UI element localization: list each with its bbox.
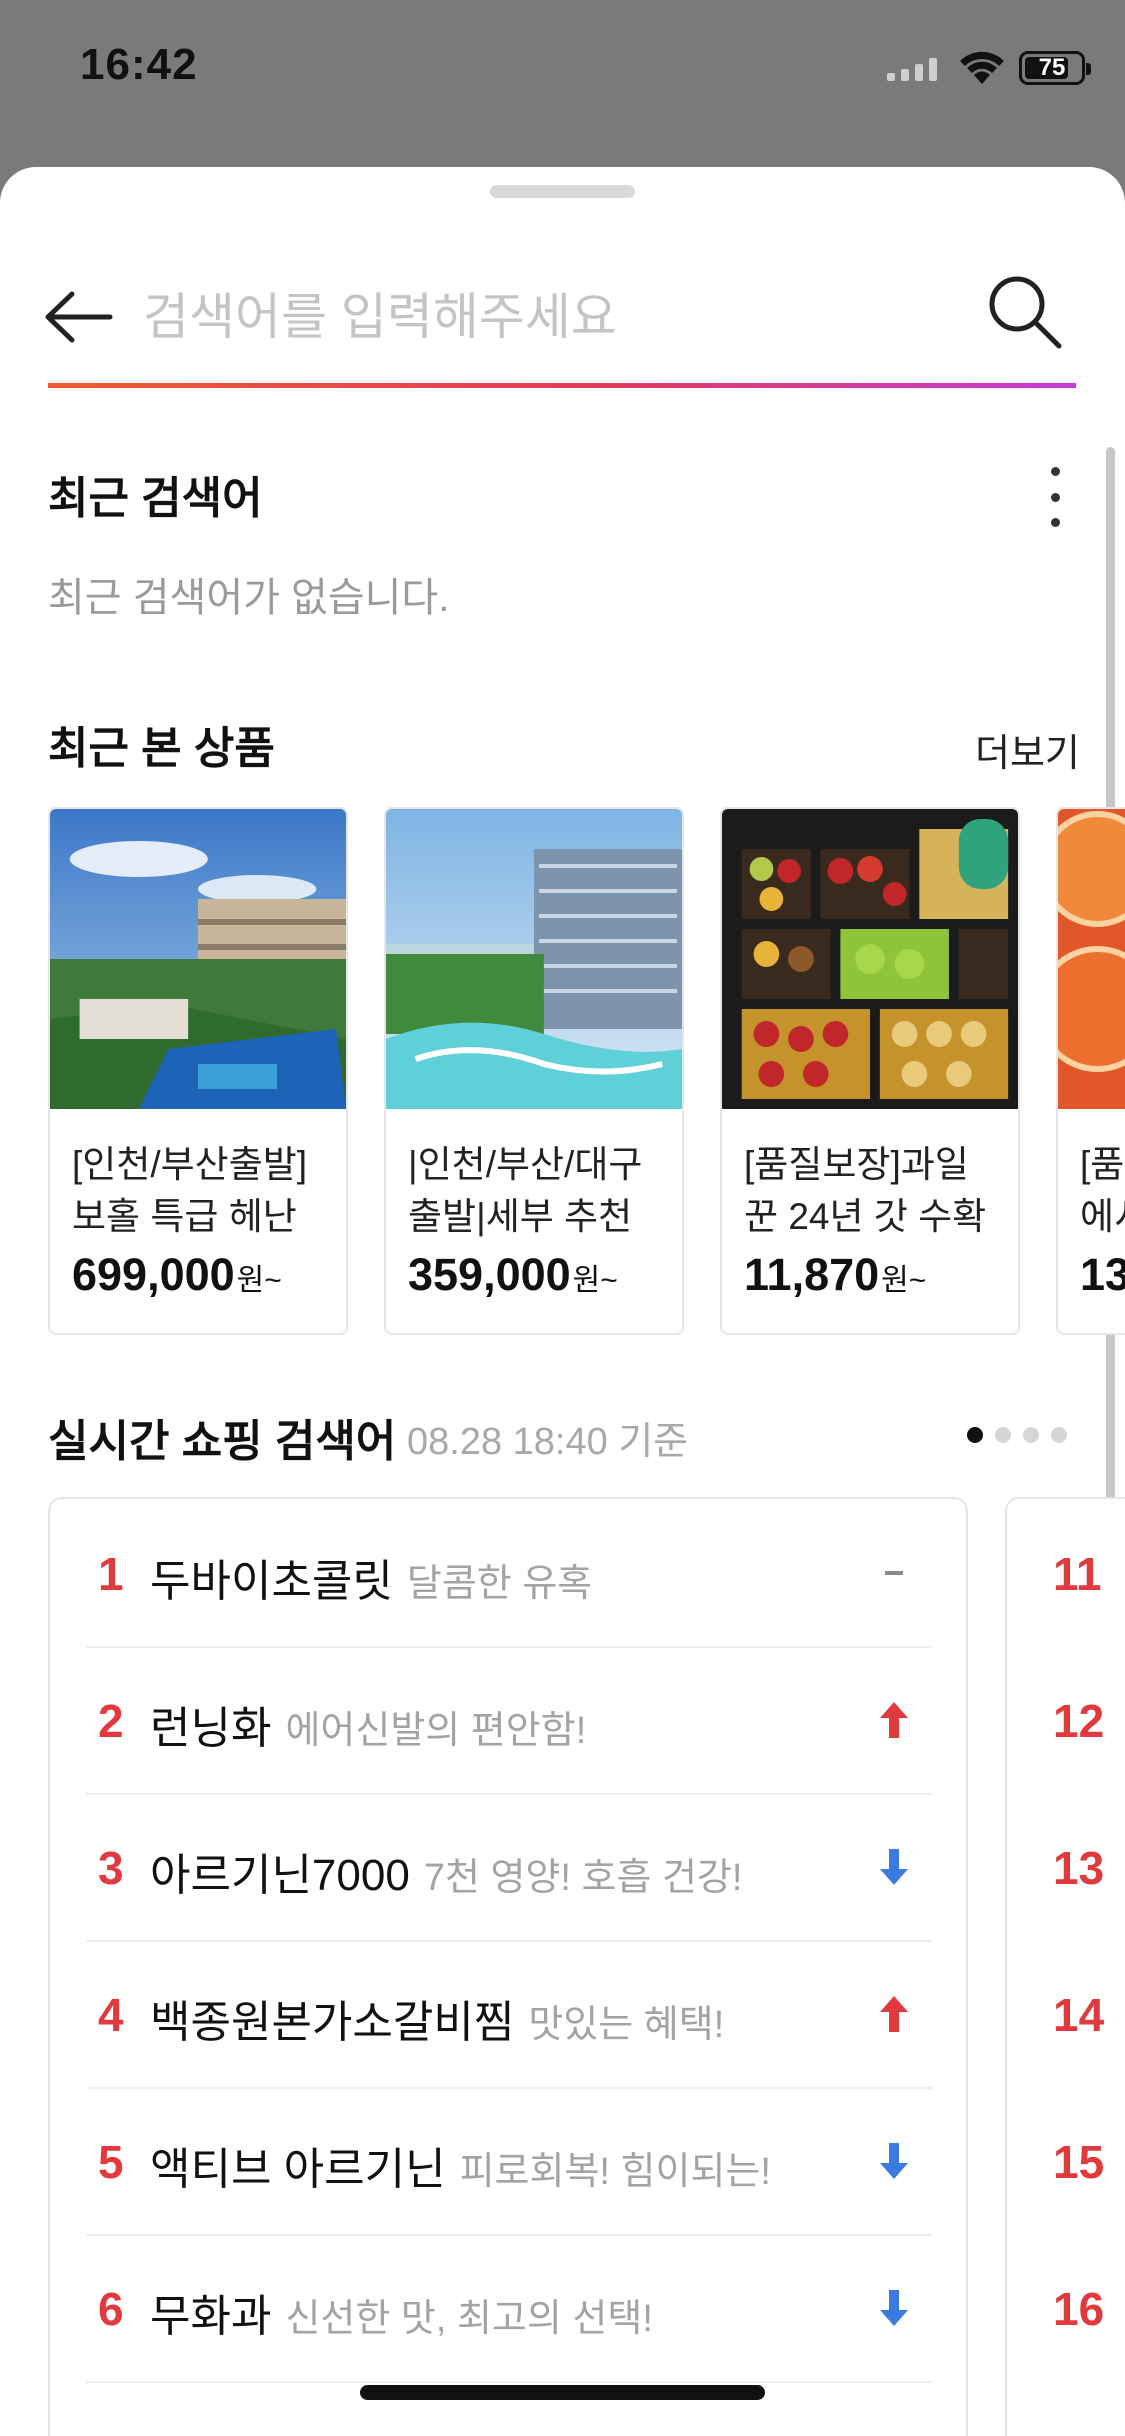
rank-keyword: 두바이초콜릿 <box>150 1557 393 1606</box>
rank-keyword: 런닝화 <box>150 1704 272 1753</box>
realtime-title: 실시간 쇼핑 검색어 <box>48 1417 397 1466</box>
realtime-timestamp: 08.28 18:40 기준 <box>407 1421 689 1463</box>
battery-level: 75 <box>1038 54 1066 81</box>
rank-number: 11 <box>1053 1548 1102 1600</box>
status-icons: 75 <box>885 48 1091 88</box>
rank-description: 에어신발의 편안함! <box>285 1710 587 1752</box>
rank-description: 피로회복! 힘이되는! <box>459 2151 771 2193</box>
ranking-row[interactable]: 6 무화과 신선한 맛, 최고의 선택! <box>86 2234 932 2383</box>
product-image-fruit-box <box>722 809 1018 1109</box>
rank-number: 3 <box>98 1842 124 1894</box>
more-link[interactable]: 더보기 <box>975 722 1080 777</box>
ranking-card: 1 두바이초콜릿 달콤한 유혹 2 런닝화 에어신발의 편안함! 3 아르기닌700… <box>48 1497 968 2436</box>
rank-number: 13 <box>1053 1842 1105 1894</box>
trend-down-icon <box>880 2143 908 2179</box>
product-name: |인천/부산/대구 출발|세부 추천 <box>408 1144 643 1237</box>
ranking-row[interactable]: 5 액티브 아르기닌 피로회복! 힘이되는! <box>86 2087 932 2236</box>
product-image-hotel <box>386 809 682 1109</box>
status-bar: 16:42 75 <box>0 0 1125 150</box>
rank-number: 5 <box>98 2136 124 2188</box>
product-price: 359,000원~ <box>408 1249 618 1300</box>
product-card[interactable]: |인천/부산/대구 출발|세부 추천 359,000원~ <box>384 807 684 1335</box>
rank-number: 16 <box>1053 2283 1105 2335</box>
ranking-row[interactable]: 3 아르기닌7000 7천 영양! 호흡 건강! <box>86 1793 932 1942</box>
home-indicator[interactable] <box>360 2385 765 2400</box>
trend-down-icon <box>880 2290 908 2326</box>
status-time: 16:42 <box>80 40 198 89</box>
rank-description: 신선한 맛, 최고의 선택! <box>285 2298 653 2340</box>
cellular-signal-icon <box>887 58 937 81</box>
product-card[interactable]: [품질보장]과일 꾼 24년 갓 수확 11,870원~ <box>720 807 1020 1335</box>
arrow-left-icon[interactable] <box>40 282 120 352</box>
ranking-row[interactable]: 4 백종원본가소갈비찜 맛있는 혜택! <box>86 1940 932 2089</box>
product-card[interactable]: [품 에서 13 <box>1056 807 1125 1335</box>
rank-keyword: 액티브 아르기닌 <box>150 2145 446 2194</box>
trend-up-icon <box>880 1996 908 2032</box>
trend-down-icon <box>880 1849 908 1885</box>
rank-number: 12 <box>1053 1695 1105 1747</box>
wifi-icon <box>960 51 1004 84</box>
recent-searches-empty: 최근 검색어가 없습니다. <box>48 576 450 620</box>
kebab-menu-icon[interactable] <box>1040 467 1070 527</box>
pager-dot[interactable] <box>967 1427 983 1443</box>
ranking-card-next[interactable]: 11 12 13 14 15 16 <box>1005 1497 1125 2436</box>
product-image-grapefruit <box>1058 809 1125 1109</box>
trend-same-icon <box>874 1551 914 1595</box>
pager-dot[interactable] <box>995 1427 1011 1443</box>
pager-dot[interactable] <box>1023 1427 1039 1443</box>
trend-up-icon <box>880 1702 908 1738</box>
rank-keyword: 무화과 <box>150 2292 272 2341</box>
rank-number: 14 <box>1053 1989 1105 2041</box>
rank-number: 2 <box>98 1695 124 1747</box>
product-image-resort <box>50 809 346 1109</box>
rank-number: 4 <box>98 1989 124 2041</box>
pager-dots[interactable] <box>967 1427 1067 1443</box>
rank-number: 6 <box>98 2283 124 2335</box>
recent-searches-title: 최근 검색어 <box>48 474 263 523</box>
pager-dot[interactable] <box>1051 1427 1067 1443</box>
ranking-row[interactable]: 1 두바이초콜릿 달콤한 유혹 <box>86 1499 932 1648</box>
rank-number: 1 <box>98 1548 124 1600</box>
recent-products-title: 최근 본 상품 <box>48 724 275 773</box>
rank-description: 맛있는 혜택! <box>528 2004 725 2046</box>
product-card[interactable]: [인천/부산출발] 보홀 특급 헤난 699,000원~ <box>48 807 348 1335</box>
rank-number: 15 <box>1053 2136 1105 2188</box>
product-name: [품 에서 <box>1080 1144 1125 1237</box>
search-input[interactable] <box>143 282 943 352</box>
product-price: 11,870원~ <box>744 1249 927 1300</box>
search-bar <box>0 262 1125 372</box>
sheet-grabber[interactable] <box>490 185 635 198</box>
product-name: [인천/부산출발] 보홀 특급 헤난 <box>72 1144 308 1237</box>
product-price: 699,000원~ <box>72 1249 282 1300</box>
product-name: [품질보장]과일 꾼 24년 갓 수확 <box>744 1144 987 1237</box>
product-price: 13 <box>1080 1249 1125 1300</box>
ranking-row[interactable]: 2 런닝화 에어신발의 편안함! <box>86 1646 932 1795</box>
search-sheet: 최근 검색어 최근 검색어가 없습니다. 최근 본 상품 더보기 [인천/부산출… <box>0 167 1125 2436</box>
battery-icon: 75 <box>1019 51 1091 85</box>
rank-keyword: 아르기닌7000 <box>150 1851 410 1900</box>
rank-keyword: 백종원본가소갈비찜 <box>150 1998 515 2047</box>
rank-description: 7천 영양! 호흡 건강! <box>423 1857 743 1899</box>
search-underline <box>48 383 1076 388</box>
rank-description: 달콤한 유혹 <box>406 1563 593 1605</box>
magnifier-icon[interactable] <box>985 272 1065 352</box>
